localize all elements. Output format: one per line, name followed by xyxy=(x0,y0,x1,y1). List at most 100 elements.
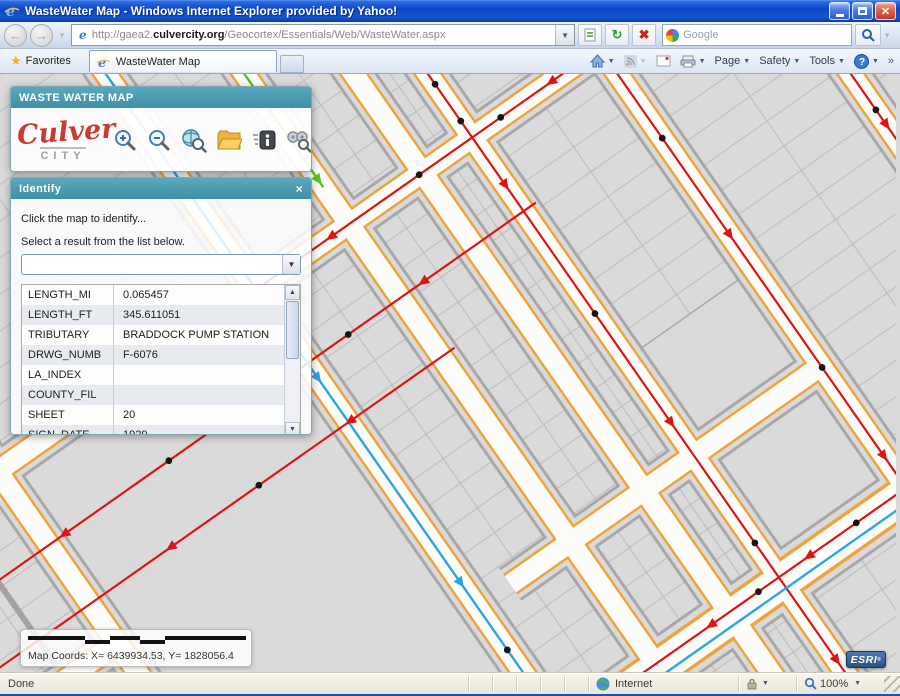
stop-button[interactable]: ✖ xyxy=(632,24,657,46)
minimize-button[interactable] xyxy=(829,2,850,20)
page-favicon-icon: e xyxy=(79,28,87,42)
compatibility-icon xyxy=(584,28,596,42)
home-icon xyxy=(589,54,605,68)
attribute-row[interactable]: TRIBUTARY BRADDOCK PUMP STATION xyxy=(22,325,284,345)
protected-mode-button[interactable]: ▼ xyxy=(738,675,796,692)
new-tab-button[interactable] xyxy=(279,55,304,73)
stop-icon: ✖ xyxy=(638,27,650,42)
svg-text:e: e xyxy=(98,56,106,69)
search-icon xyxy=(862,29,875,42)
toolbar-panel-header[interactable]: WASTE WATER MAP xyxy=(11,87,311,108)
address-input[interactable]: e http://gaea2.culvercity.org/Geocortex/… xyxy=(70,24,576,46)
identify-close-icon[interactable]: × xyxy=(296,182,303,196)
status-bar: Done Internet ▼ 100% ▼ xyxy=(0,672,900,694)
attribute-field: SIGN_DATE xyxy=(22,425,114,434)
star-icon: ★ xyxy=(10,53,22,68)
tab-favicon-icon: e xyxy=(96,56,111,69)
attribute-value: 345.611051 xyxy=(123,309,181,321)
map-viewport: WASTE WATER MAP Culver CITY Identify × C… xyxy=(0,74,900,672)
refresh-icon: ↻ xyxy=(611,27,623,42)
help-icon: ? xyxy=(853,53,869,69)
tools-menu[interactable]: Tools ▼ xyxy=(809,55,845,67)
toolbar-panel-body: Culver CITY xyxy=(11,108,312,171)
attribute-row[interactable]: LENGTH_FT 345.611051 xyxy=(22,305,284,325)
status-cell xyxy=(492,675,516,692)
tab-wastewater-map[interactable]: e WasteWater Map xyxy=(88,50,277,72)
attribute-field: COUNTY_FIL xyxy=(22,385,114,405)
zone-label: Internet xyxy=(615,677,653,690)
rss-icon xyxy=(623,54,637,68)
attribute-row[interactable]: LENGTH_MI 0.065457 xyxy=(22,285,284,305)
status-cell xyxy=(564,675,588,692)
zoom-out-icon[interactable] xyxy=(147,128,172,153)
vertical-scrollbar[interactable]: ▲ ▼ xyxy=(284,285,300,434)
status-cell xyxy=(468,675,492,692)
attribute-value xyxy=(114,385,284,405)
close-button[interactable]: ✕ xyxy=(875,2,896,20)
culver-city-logo: Culver CITY xyxy=(16,112,117,162)
back-button[interactable]: ← xyxy=(4,23,27,47)
attribute-row[interactable]: SHEET 20 xyxy=(22,405,284,425)
toolbar-overflow-chevron[interactable]: » xyxy=(888,55,894,67)
attribute-rows: LENGTH_MI 0.065457 LENGTH_FT 345.611051 … xyxy=(22,285,284,435)
status-cell xyxy=(516,675,540,692)
attribute-value: 0.065457 xyxy=(123,289,169,301)
page-menu[interactable]: Page ▼ xyxy=(715,55,751,67)
attribute-value: BRADDOCK PUMP STATION xyxy=(123,329,270,341)
window-title: WasteWater Map - Windows Internet Explor… xyxy=(25,4,398,18)
toolbar-panel-title: WASTE WATER MAP xyxy=(19,91,134,104)
map-coordinates: Map Coords: X= 6439934.53, Y= 1828056.4 xyxy=(28,650,234,662)
compatibility-view-button[interactable] xyxy=(578,24,603,46)
open-folder-icon[interactable] xyxy=(216,128,242,153)
search-box[interactable] xyxy=(662,24,853,46)
search-input[interactable] xyxy=(683,29,824,41)
feeds-button[interactable]: ▼ xyxy=(623,54,647,68)
scroll-up-icon[interactable]: ▲ xyxy=(285,285,300,300)
attribute-field: TRIBUTARY xyxy=(22,325,114,345)
refresh-button[interactable]: ↻ xyxy=(605,24,630,46)
scroll-down-icon[interactable]: ▼ xyxy=(285,422,300,434)
title-bar[interactable]: e WasteWater Map - Windows Internet Expl… xyxy=(0,0,900,22)
scale-bar xyxy=(28,636,246,644)
identify-panel: Identify × Click the map to identify... … xyxy=(10,177,312,435)
attribute-row[interactable]: LA_INDEX xyxy=(22,365,284,385)
print-button[interactable]: ▼ xyxy=(680,55,706,68)
forward-button[interactable]: → xyxy=(30,23,53,47)
attribute-row[interactable]: SIGN_DATE 1929 xyxy=(22,425,284,435)
help-menu[interactable]: ? ▼ xyxy=(853,53,879,69)
maximize-button[interactable] xyxy=(852,2,873,20)
favorites-button[interactable]: ★ Favorites xyxy=(6,51,79,71)
home-button[interactable]: ▼ xyxy=(589,54,615,68)
safety-menu[interactable]: Safety ▼ xyxy=(759,55,800,67)
identify-select-label: Select a result from the list below. xyxy=(21,236,185,248)
read-mail-button[interactable] xyxy=(656,55,671,67)
attribute-row[interactable]: DRWG_NUMB F-6076 xyxy=(22,345,284,365)
attribute-value: F-6076 xyxy=(123,349,158,361)
identify-icon[interactable] xyxy=(251,128,277,153)
attribute-value: 1929 xyxy=(123,429,148,435)
printer-icon xyxy=(680,55,696,67)
attribute-table: LENGTH_MI 0.065457 LENGTH_FT 345.611051 … xyxy=(21,284,301,435)
zoom-control[interactable]: 100% ▼ xyxy=(796,675,882,692)
protected-mode-icon xyxy=(747,678,757,689)
url-text: http://gaea2.culvercity.org/Geocortex/Es… xyxy=(91,29,446,41)
dropdown-arrow-icon[interactable]: ▼ xyxy=(282,255,300,274)
attribute-value: 20 xyxy=(123,409,136,421)
find-icon[interactable] xyxy=(286,128,312,153)
attribute-row[interactable]: COUNTY_FIL xyxy=(22,385,284,405)
resize-grip[interactable] xyxy=(884,675,900,692)
tab-bar: ★ Favorites e WasteWater Map ▼ ▼ ▼ Page … xyxy=(0,49,900,74)
mail-icon xyxy=(656,55,671,67)
zoom-full-extent-icon[interactable] xyxy=(181,128,207,153)
svg-text:e: e xyxy=(79,28,87,42)
vertical-scroll-thumb[interactable] xyxy=(286,301,299,359)
identify-panel-header[interactable]: Identify × xyxy=(11,178,311,199)
attribute-field: LENGTH_FT xyxy=(22,305,114,325)
address-dropdown-icon[interactable]: ▼ xyxy=(555,25,575,45)
recent-pages-icon[interactable]: ▼ xyxy=(58,31,66,40)
zoom-in-icon[interactable] xyxy=(113,128,138,153)
result-dropdown[interactable]: ▼ xyxy=(21,254,301,275)
search-options-icon[interactable]: ▼ xyxy=(883,31,891,40)
identify-panel-title: Identify xyxy=(19,182,62,195)
search-button[interactable] xyxy=(855,24,882,46)
